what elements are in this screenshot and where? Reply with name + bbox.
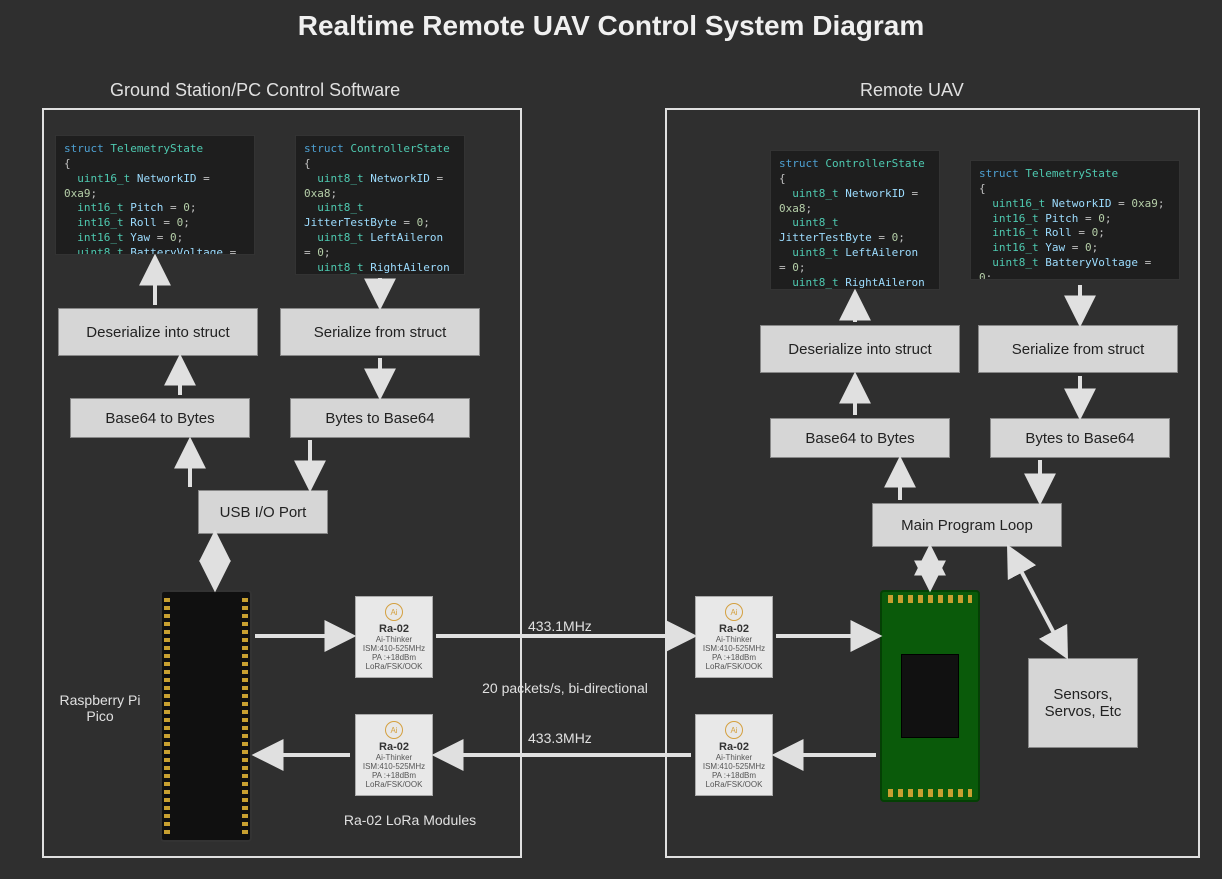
uav-deserialize: Deserialize into struct bbox=[760, 325, 960, 373]
uav-controller-struct: struct ControllerState{ uint8_t NetworkI… bbox=[770, 150, 940, 290]
ground-bytes-to-b64: Bytes to Base64 bbox=[290, 398, 470, 438]
ground-panel-label: Ground Station/PC Control Software bbox=[110, 80, 400, 101]
ai-thinker-icon: Ai bbox=[725, 721, 743, 739]
uav-mcu-board bbox=[880, 590, 980, 802]
ground-serialize: Serialize from struct bbox=[280, 308, 480, 356]
throughput-label: 20 packets/s, bi-directional bbox=[440, 680, 690, 696]
uav-telemetry-struct: struct TelemetryState{ uint16_t NetworkI… bbox=[970, 160, 1180, 280]
uav-lora-module-tx: Ai Ra-02 Ai-Thinker ISM:410-525MHz PA :+… bbox=[695, 714, 773, 796]
uav-panel-label: Remote UAV bbox=[860, 80, 964, 101]
diagram-title: Realtime Remote UAV Control System Diagr… bbox=[0, 10, 1222, 42]
ground-usb-io: USB I/O Port bbox=[198, 490, 328, 534]
uav-sensors-servos: Sensors, Servos, Etc bbox=[1028, 658, 1138, 748]
ai-thinker-icon: Ai bbox=[385, 721, 403, 739]
uav-bytes-to-b64: Bytes to Base64 bbox=[990, 418, 1170, 458]
ground-lora-module-rx: Ai Ra-02 Ai-Thinker ISM:410-525MHz PA :+… bbox=[355, 714, 433, 796]
ground-deserialize: Deserialize into struct bbox=[58, 308, 258, 356]
ground-lora-module-tx: Ai Ra-02 Ai-Thinker ISM:410-525MHz PA :+… bbox=[355, 596, 433, 678]
pico-label: Raspberry Pi Pico bbox=[50, 692, 150, 724]
uav-serialize: Serialize from struct bbox=[978, 325, 1178, 373]
ai-thinker-icon: Ai bbox=[385, 603, 403, 621]
lora-module-label: Ra-02 LoRa Modules bbox=[325, 812, 495, 828]
raspberry-pi-pico bbox=[160, 590, 252, 842]
ground-telemetry-struct: struct TelemetryState{ uint16_t NetworkI… bbox=[55, 135, 255, 255]
freq-top-label: 433.1MHz bbox=[528, 618, 592, 634]
uav-lora-module-rx: Ai Ra-02 Ai-Thinker ISM:410-525MHz PA :+… bbox=[695, 596, 773, 678]
ai-thinker-icon: Ai bbox=[725, 603, 743, 621]
ground-controller-struct: struct ControllerState{ uint8_t NetworkI… bbox=[295, 135, 465, 275]
uav-main-loop: Main Program Loop bbox=[872, 503, 1062, 547]
freq-bottom-label: 433.3MHz bbox=[528, 730, 592, 746]
ground-b64-to-bytes: Base64 to Bytes bbox=[70, 398, 250, 438]
uav-b64-to-bytes: Base64 to Bytes bbox=[770, 418, 950, 458]
